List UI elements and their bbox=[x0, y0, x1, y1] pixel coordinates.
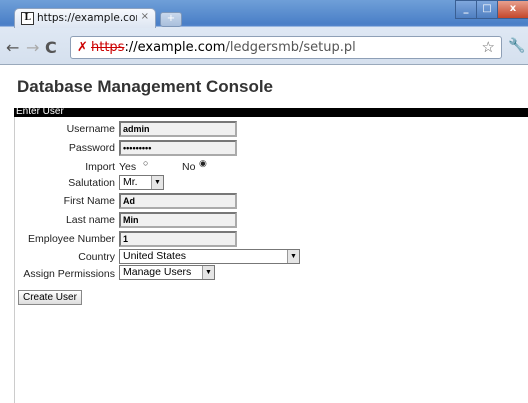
permissions-label: Assign Permissions bbox=[23, 268, 115, 280]
create-user-button[interactable]: Create User bbox=[18, 290, 82, 305]
import-no-label: No bbox=[182, 161, 196, 173]
employee-number-label: Employee Number bbox=[28, 233, 115, 245]
first-name-label: First Name bbox=[63, 195, 115, 207]
forward-arrow-icon[interactable]: → bbox=[26, 38, 39, 57]
wrench-icon[interactable]: 🔧 bbox=[508, 38, 525, 54]
last-name-input[interactable]: Min bbox=[119, 212, 237, 228]
import-no-radio[interactable]: ◉ bbox=[199, 158, 207, 169]
chevron-down-icon: ▼ bbox=[151, 176, 163, 189]
salutation-value: Mr. bbox=[123, 176, 138, 188]
bookmark-star-icon[interactable]: ☆ bbox=[482, 37, 495, 58]
url-host: ://example.com bbox=[124, 40, 226, 55]
minimize-button[interactable]: _ bbox=[455, 0, 477, 19]
section-title: Enter User bbox=[16, 106, 64, 117]
country-select[interactable]: United States ▼ bbox=[119, 249, 300, 264]
new-tab-button[interactable]: + bbox=[160, 12, 182, 27]
permissions-select[interactable]: Manage Users ▼ bbox=[119, 265, 215, 280]
permissions-value: Manage Users bbox=[123, 266, 192, 278]
browser-tab[interactable]: L https://example.com/ledge × bbox=[14, 8, 156, 28]
close-window-button[interactable]: x bbox=[497, 0, 528, 19]
page-title: Database Management Console bbox=[17, 77, 274, 96]
reload-icon[interactable]: C bbox=[45, 38, 57, 57]
employee-number-input[interactable]: 1 bbox=[119, 231, 237, 247]
username-label: Username bbox=[66, 123, 115, 135]
salutation-label: Salutation bbox=[68, 177, 115, 189]
page-content: Database Management Console Enter User U… bbox=[0, 65, 528, 403]
maximize-button[interactable]: □ bbox=[476, 0, 498, 19]
address-bar[interactable]: ✗ https://example.com/ledgersmb/setup.pl… bbox=[70, 36, 502, 59]
url-path: /ledgersmb/setup.pl bbox=[225, 40, 356, 55]
section-header: Enter User bbox=[14, 106, 528, 117]
import-yes-label: Yes bbox=[119, 161, 137, 173]
first-name-input[interactable]: Ad bbox=[119, 193, 237, 209]
broken-ssl-icon: ✗ bbox=[77, 40, 88, 55]
password-label: Password bbox=[68, 142, 115, 154]
chevron-down-icon: ▼ bbox=[287, 250, 299, 263]
back-arrow-icon[interactable]: ← bbox=[6, 38, 19, 57]
salutation-select[interactable]: Mr. ▼ bbox=[119, 175, 164, 190]
country-label: Country bbox=[78, 251, 115, 263]
url-scheme: https bbox=[91, 40, 125, 55]
last-name-label: Last name bbox=[65, 214, 115, 226]
browser-chrome: L https://example.com/ledge × + _ □ x ← … bbox=[0, 0, 528, 65]
page-favicon-icon: L bbox=[21, 12, 34, 25]
country-value: United States bbox=[123, 250, 187, 262]
password-input[interactable]: ••••••••• bbox=[119, 140, 237, 156]
tab-close-icon[interactable]: × bbox=[141, 11, 149, 22]
import-label: Import bbox=[85, 161, 115, 173]
username-input[interactable]: admin bbox=[119, 121, 237, 137]
tab-title: https://example.com/ledge bbox=[37, 12, 137, 24]
page-divider bbox=[14, 117, 15, 403]
import-yes-radio[interactable]: ○ bbox=[143, 158, 148, 168]
chevron-down-icon: ▼ bbox=[202, 266, 214, 279]
